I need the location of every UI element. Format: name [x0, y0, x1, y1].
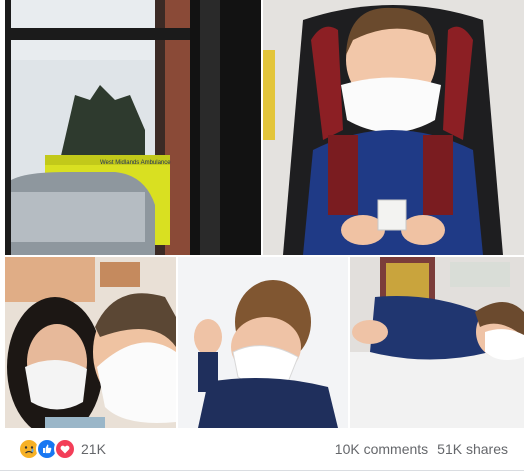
post-footer: 21K 10K comments 51K shares	[0, 428, 524, 471]
photo-ambulance[interactable]: West Midlands Ambulance	[5, 0, 261, 255]
photo-woman-boy[interactable]	[5, 257, 176, 428]
love-icon	[54, 438, 76, 460]
reactions-summary[interactable]: 21K	[18, 438, 106, 460]
photo-collage: West Midlands Ambulance	[0, 0, 524, 428]
comments-count-link[interactable]: 10K comments	[335, 441, 428, 457]
photo-car-seat[interactable]	[263, 0, 524, 255]
engagement-stats: 10K comments 51K shares	[335, 441, 508, 457]
photo-hospital-bed[interactable]	[178, 257, 348, 428]
shares-count-link[interactable]: 51K shares	[437, 441, 508, 457]
ambulance-text: West Midlands Ambulance	[100, 160, 171, 166]
photo-sleeping[interactable]	[350, 257, 524, 428]
reaction-count[interactable]: 21K	[81, 441, 106, 457]
